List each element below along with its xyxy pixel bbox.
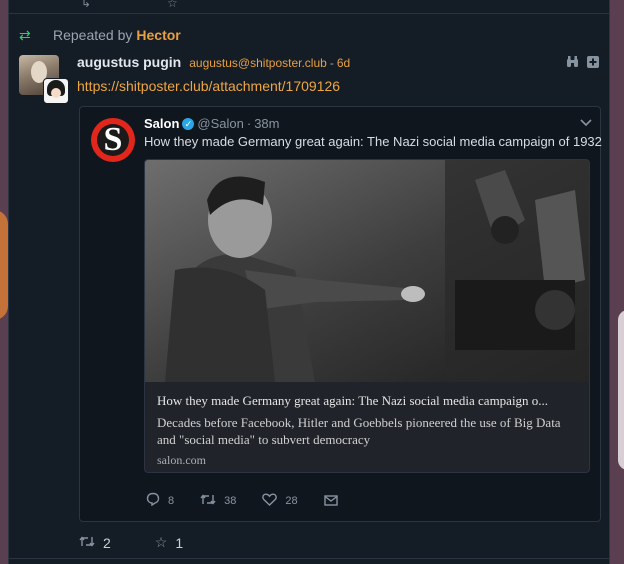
tweet-author-name[interactable]: Salon — [144, 116, 179, 131]
chevron-down-icon[interactable] — [580, 115, 592, 130]
reply-icon[interactable]: ↳ — [81, 0, 91, 10]
reply-button[interactable]: 8 — [146, 492, 174, 509]
author-display-name[interactable]: augustus pugin — [77, 54, 181, 70]
attachment-link[interactable]: https://shitposter.club/attachment/17091… — [77, 78, 340, 94]
heart-icon — [262, 493, 278, 509]
status-actions: 2 ☆ 1 — [79, 534, 227, 551]
link-preview-card[interactable]: How they made Germany great again: The N… — [144, 159, 590, 473]
verified-badge-icon: ✓ — [182, 117, 195, 130]
preview-photo — [145, 160, 589, 382]
status-author: augustus pugin augustus@shitposter.club … — [77, 54, 350, 70]
direct-message-button[interactable] — [323, 493, 346, 509]
divider — [9, 558, 609, 559]
salon-logo[interactable] — [91, 118, 135, 162]
binoculars-icon[interactable] — [566, 56, 579, 71]
tweet-timestamp[interactable]: 38m — [254, 116, 279, 131]
status-tools — [566, 56, 599, 71]
tweet-actions: 8 38 28 — [146, 492, 372, 509]
tweet-text: How they made Germany great again: The N… — [144, 134, 602, 149]
repeat-notice: ⇄ Repeated by Hector — [19, 26, 181, 44]
speech-bubble-icon — [146, 492, 160, 509]
like-button[interactable]: 28 — [262, 493, 298, 509]
repeater-name[interactable]: Hector — [136, 27, 180, 43]
preview-title: How they made Germany great again: The N… — [157, 393, 549, 408]
repeat-icon: ⇄ — [19, 26, 31, 43]
timeline-column: ↳ ☆ ⇄ Repeated by Hector augustus pugin … — [8, 0, 610, 564]
author-account[interactable]: augustus@shitposter.club — [189, 56, 327, 70]
status-timestamp[interactable]: 6d — [337, 56, 350, 70]
tweet-author-handle[interactable]: @Salon — [197, 116, 243, 131]
separator: - — [329, 56, 334, 70]
retweet-icon — [200, 493, 216, 509]
repeat-notice-text: Repeated by — [53, 27, 133, 43]
envelope-icon — [323, 493, 338, 509]
star-icon[interactable]: ☆ — [167, 0, 178, 10]
preview-domain: salon.com — [157, 453, 206, 467]
repeat-button[interactable]: 2 — [79, 535, 111, 551]
repeat-icon — [79, 535, 95, 551]
favorite-count: 1 — [175, 534, 184, 551]
repeat-count: 2 — [103, 534, 111, 551]
star-icon: ☆ — [154, 534, 168, 550]
tweet-header: Salon ✓ @Salon · 38m — [144, 116, 280, 131]
favorite-button[interactable]: ☆ 1 — [155, 534, 183, 551]
plus-square-icon[interactable] — [587, 56, 599, 71]
retweet-button[interactable]: 38 — [200, 493, 236, 509]
retweet-count: 38 — [224, 494, 237, 507]
preview-body: How they made Germany great again: The N… — [157, 393, 579, 468]
repeater-avatar[interactable] — [43, 78, 69, 104]
previous-status-actions: ↳ ☆ — [9, 0, 609, 14]
tweet-separator: · — [246, 116, 252, 131]
like-count: 28 — [285, 494, 298, 507]
preview-description: Decades before Facebook, Hitler and Goeb… — [157, 415, 561, 447]
reply-count: 8 — [168, 494, 175, 507]
embedded-tweet[interactable]: Salon ✓ @Salon · 38m How they made Germa… — [79, 106, 602, 522]
background-shape — [618, 310, 624, 470]
background-shape — [0, 210, 8, 320]
